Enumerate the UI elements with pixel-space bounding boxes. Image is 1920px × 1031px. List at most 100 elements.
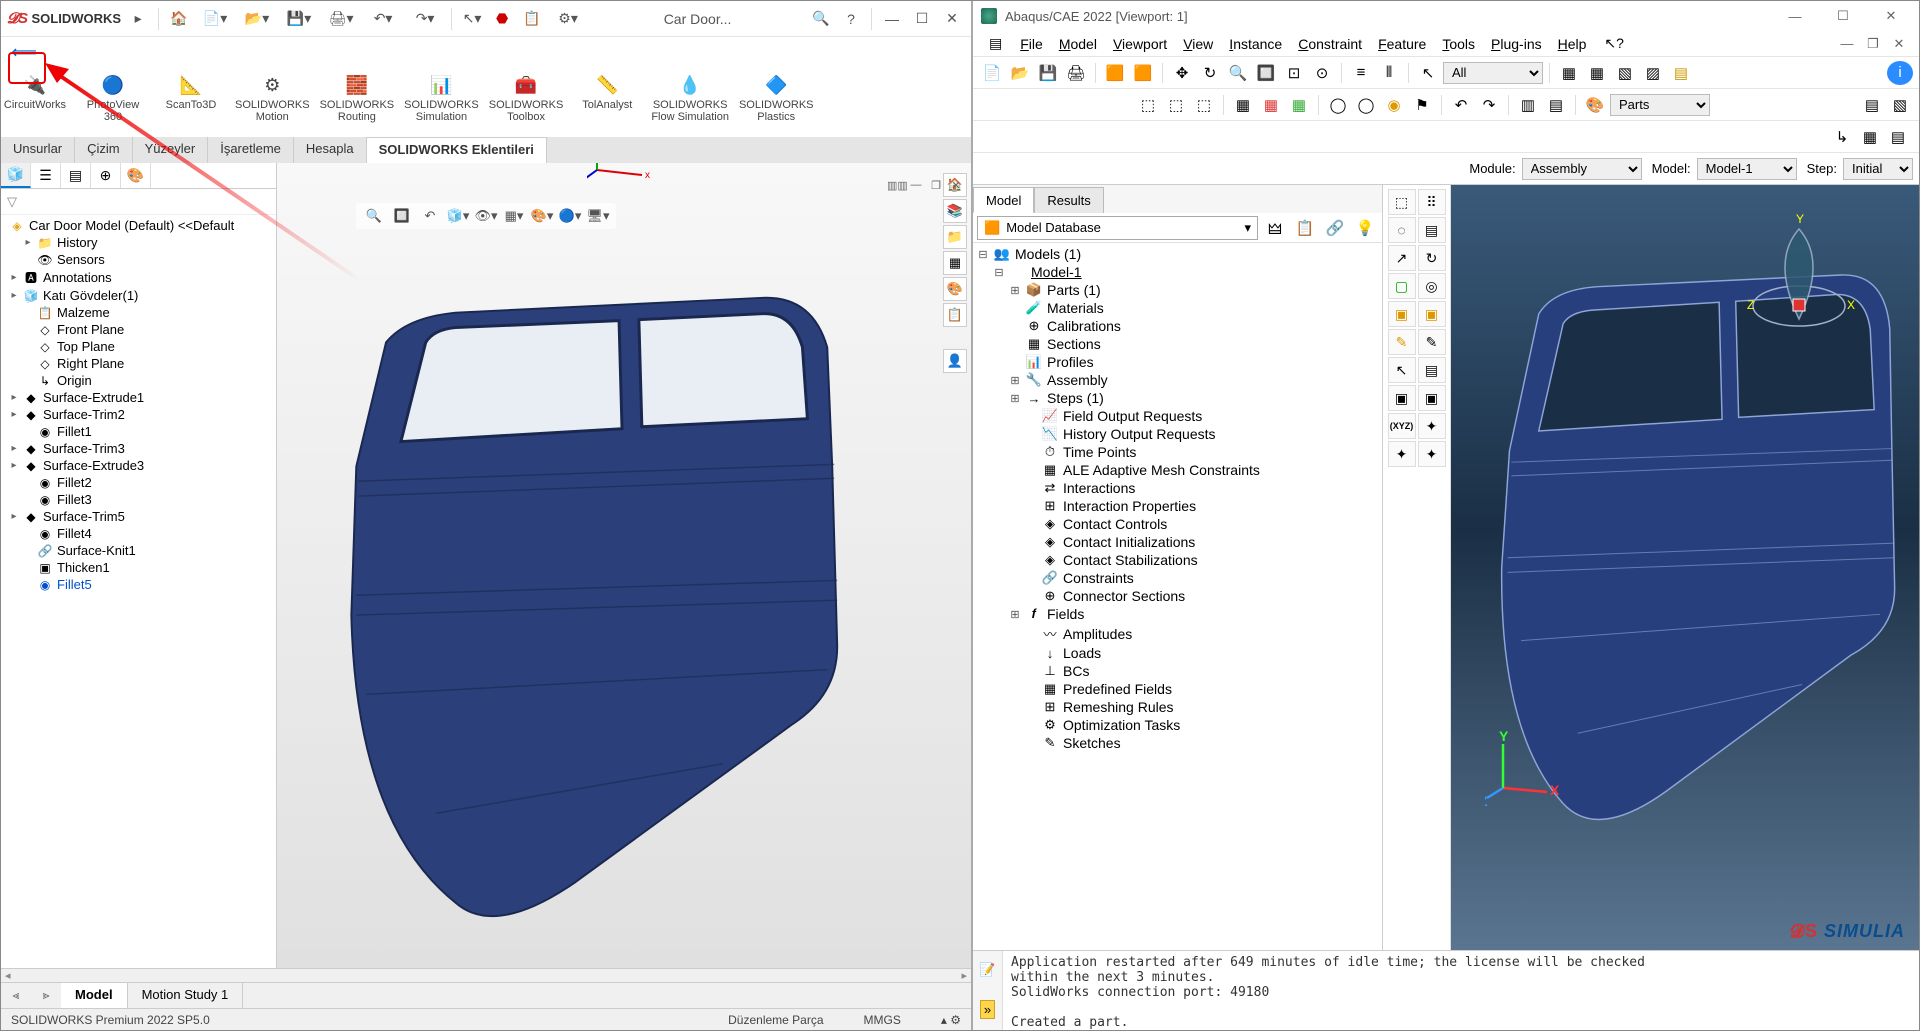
ab-rotate-icon[interactable]: ↻ xyxy=(1197,61,1223,85)
ab-x1-icon[interactable]: ↳ xyxy=(1829,125,1855,149)
addin-solidworks-toolbox[interactable]: 🧰SOLIDWORKSToolbox xyxy=(489,71,564,137)
ab-orbit-icon[interactable]: ⊙ xyxy=(1309,61,1335,85)
ab-mdi-restore-icon[interactable]: ❐ xyxy=(1861,34,1885,54)
addin-solidworks-routing[interactable]: 🧱SOLIDWORKSRouting xyxy=(320,71,395,137)
tree-assembly[interactable]: ⊞🔧Assembly xyxy=(973,371,1382,389)
status-more-icon[interactable]: ▴ ⚙ xyxy=(941,1013,961,1027)
tool-instance-icon[interactable]: ⬚ xyxy=(1388,189,1416,215)
scroll-right-icon[interactable]: ▸ xyxy=(961,969,971,982)
tree-profiles[interactable]: 📊Profiles xyxy=(973,353,1382,371)
tab-hesapla[interactable]: Hesapla xyxy=(294,137,367,163)
model-combo[interactable]: Model-1 xyxy=(1697,158,1797,180)
ab-db2-icon[interactable]: 🟧 xyxy=(1130,61,1156,85)
doc-restore-icon[interactable]: ❐ xyxy=(927,179,945,192)
ab-parts-combo[interactable]: Parts xyxy=(1610,94,1710,116)
addin-scanto3d[interactable]: 📐ScanTo3D xyxy=(157,71,225,137)
ab-cursor-icon[interactable]: ↖ xyxy=(1415,61,1441,85)
feature-fillet5[interactable]: ◉Fillet5 xyxy=(5,576,276,593)
ft-tab-property[interactable]: ☰ xyxy=(31,163,61,188)
feature-surface-trim5[interactable]: ▸◆Surface-Trim5 xyxy=(5,508,276,525)
tree-field-output-requests[interactable]: 📈Field Output Requests xyxy=(973,407,1382,425)
bt-arrow-right-icon[interactable]: ⪢ xyxy=(31,983,61,1008)
ab-pan-icon[interactable]: ✥ xyxy=(1169,61,1195,85)
tree-remeshing-rules[interactable]: ⊞Remeshing Rules xyxy=(973,698,1382,716)
view-orientation-icon[interactable]: 👁▾ xyxy=(474,205,498,227)
doc-panels-icon[interactable]: ▥▥ xyxy=(887,179,905,192)
ab-layer2-icon[interactable]: ▧ xyxy=(1887,93,1913,117)
tool-merge1-icon[interactable]: ▣ xyxy=(1388,301,1416,327)
zoom-area-icon[interactable]: 🔲 xyxy=(390,205,414,227)
ab-iso2-icon[interactable]: ⬚ xyxy=(1163,93,1189,117)
model-database-combo[interactable]: 🟧 Model Database ▾ xyxy=(977,216,1258,240)
ft-tab-display[interactable]: 🎨 xyxy=(121,163,151,188)
menu-tools[interactable]: Tools xyxy=(1434,34,1483,54)
tool-merge2-icon[interactable]: ▣ xyxy=(1418,301,1446,327)
ab-mdi-close-icon[interactable]: ✕ xyxy=(1887,34,1911,54)
menu-view[interactable]: View xyxy=(1175,34,1221,54)
tool-xyz-icon[interactable]: (XYZ) xyxy=(1388,413,1416,439)
tool-axis2-icon[interactable]: ✦ xyxy=(1418,441,1446,467)
tool-pattern-icon[interactable]: ◌ xyxy=(1388,217,1416,243)
ab-view-compass[interactable]: Y Z X xyxy=(1739,211,1859,341)
ab-minimize-icon[interactable]: — xyxy=(1775,2,1815,30)
tp-custom-props-icon[interactable]: 📋 xyxy=(943,303,967,327)
tree-connector-sections[interactable]: ⊕Connector Sections xyxy=(973,587,1382,605)
help-icon[interactable]: ? xyxy=(838,6,864,32)
save-icon[interactable]: 💾▾ xyxy=(280,6,318,32)
feature-history[interactable]: ▸📁History xyxy=(5,234,276,251)
sw-expand-icon[interactable]: ▸ xyxy=(125,6,151,32)
tree-interaction-properties[interactable]: ⊞Interaction Properties xyxy=(973,497,1382,515)
tree-optimization-tasks[interactable]: ⚙Optimization Tasks xyxy=(973,716,1382,734)
new-file-icon[interactable]: 📄▾ xyxy=(196,6,234,32)
zoom-fit-icon[interactable]: 🔍 xyxy=(362,205,386,227)
menu-viewport[interactable]: Viewport xyxy=(1105,34,1175,54)
ab-tab-results[interactable]: Results xyxy=(1034,187,1103,213)
console-run-icon[interactable]: » xyxy=(980,1000,995,1019)
ab-view1-icon[interactable]: ▥ xyxy=(1515,93,1541,117)
ab-fit-icon[interactable]: ⊡ xyxy=(1281,61,1307,85)
tp-forum-icon[interactable]: 👤 xyxy=(943,349,967,373)
feature-surface-extrude1[interactable]: ▸◆Surface-Extrude1 xyxy=(5,389,276,406)
ab-m5-icon[interactable]: ▤ xyxy=(1668,61,1694,85)
print-icon[interactable]: 🖨▾ xyxy=(322,6,360,32)
feature-surface-trim2[interactable]: ▸◆Surface-Trim2 xyxy=(5,406,276,423)
ab-x2-icon[interactable]: ▦ xyxy=(1857,125,1883,149)
ab-db1-icon[interactable]: 🟧 xyxy=(1102,61,1128,85)
scene-icon[interactable]: 🖥▾ xyxy=(586,205,610,227)
feature-right-plane[interactable]: ◇Right Plane xyxy=(5,355,276,372)
feature-kat-g-vdeler-1-[interactable]: ▸🧊Katı Gövdeler(1) xyxy=(5,287,276,304)
select-icon[interactable]: ↖▾ xyxy=(459,6,485,32)
menu-instance[interactable]: Instance xyxy=(1221,34,1290,54)
addin-solidworks-flow-simulation[interactable]: 💧SOLIDWORKSFlow Simulation xyxy=(651,71,729,137)
ab-print-icon[interactable]: 🖨 xyxy=(1063,61,1089,85)
tab-i̇şaretleme[interactable]: İşaretleme xyxy=(208,137,294,163)
tool-mirror-icon[interactable]: ▢ xyxy=(1388,273,1416,299)
feature-origin[interactable]: ↳Origin xyxy=(5,372,276,389)
bt-arrow-left-icon[interactable]: ⪡ xyxy=(1,983,31,1008)
ab-m2-icon[interactable]: ▦ xyxy=(1584,61,1610,85)
db-bulb-icon[interactable]: 💡 xyxy=(1352,216,1378,240)
tool-datum2-icon[interactable]: ▣ xyxy=(1418,385,1446,411)
feature-surface-trim3[interactable]: ▸◆Surface-Trim3 xyxy=(5,440,276,457)
tool-query-icon[interactable]: ↖ xyxy=(1388,357,1416,383)
ab-tab-model[interactable]: Model xyxy=(973,187,1034,213)
tool-circles-icon[interactable]: ◎ xyxy=(1418,273,1446,299)
tp-appearances-icon[interactable]: 🎨 xyxy=(943,277,967,301)
tree-materials[interactable]: 🧪Materials xyxy=(973,299,1382,317)
feature-malzeme-belirli-de-il-[interactable]: 📋Malzeme xyxy=(5,304,276,321)
ab-close-icon[interactable]: ✕ xyxy=(1871,2,1911,30)
maximize-icon[interactable]: ☐ xyxy=(909,6,935,32)
ab-x3-icon[interactable]: ▤ xyxy=(1885,125,1911,149)
tree-amplitudes[interactable]: 〰Amplitudes xyxy=(973,623,1382,644)
ft-tab-config[interactable]: ▤ xyxy=(61,163,91,188)
ab-m1-icon[interactable]: ▦ xyxy=(1556,61,1582,85)
ab-new-icon[interactable]: 📄 xyxy=(979,61,1005,85)
tool-csys-icon[interactable]: ✦ xyxy=(1418,413,1446,439)
ab-c2-icon[interactable]: ◯ xyxy=(1353,93,1379,117)
tree-model-1[interactable]: ⊟Model-1 xyxy=(973,263,1382,281)
ab-mdi-minimize-icon[interactable]: — xyxy=(1835,34,1859,54)
tp-file-explorer-icon[interactable]: 📁 xyxy=(943,225,967,249)
tree-contact-controls[interactable]: ◈Contact Controls xyxy=(973,515,1382,533)
appearance-icon[interactable]: 🔵▾ xyxy=(558,205,582,227)
tool-linear-icon[interactable]: ▤ xyxy=(1418,217,1446,243)
